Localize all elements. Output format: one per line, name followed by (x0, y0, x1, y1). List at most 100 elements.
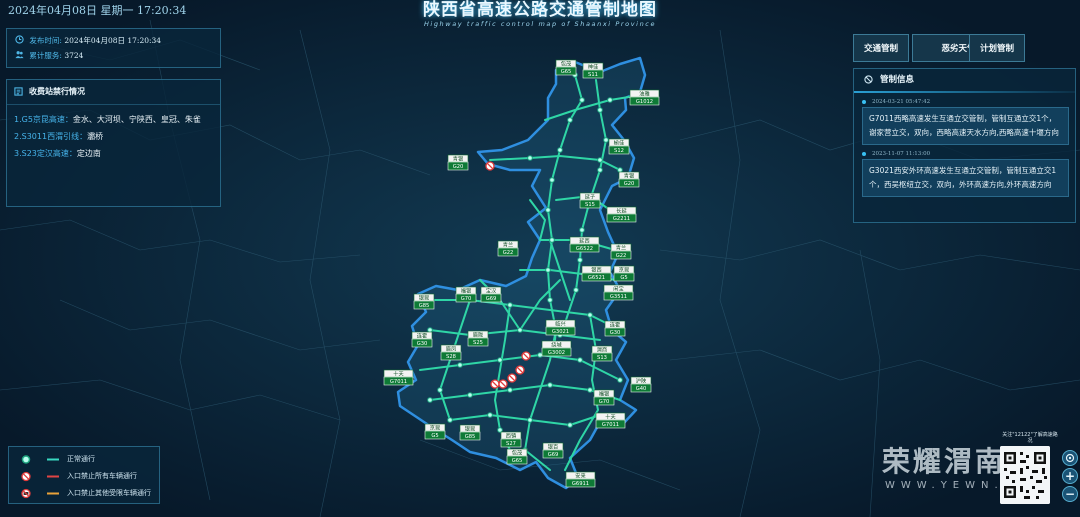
service-count-label: 累计服务: (29, 51, 62, 60)
highway-shield[interactable]: 包茂G65 (555, 59, 577, 76)
locate-button[interactable] (1062, 450, 1078, 466)
highway-shield[interactable]: 银百G69 (542, 442, 564, 459)
top-bar: 2024年04月08日 星期一 17:20:34 陕西省高速公路交通管制地图 H… (0, 0, 1080, 28)
notice-timestamp: 2024-03-21 05:47:42 (862, 97, 1069, 107)
highway-shield[interactable]: 神佳S11 (582, 62, 604, 79)
shield-road-name: 十天 (393, 370, 403, 378)
highway-shield[interactable]: 银西G6521 (581, 265, 612, 282)
highway-shield[interactable]: 京昆G5 (613, 265, 635, 282)
page-subtitle-en: Highway traffic control map of Shaanxi P… (423, 20, 657, 28)
shield-road-code: G22 (616, 253, 627, 259)
toll-item[interactable]: 3.S23定汉高速：定边南 (14, 145, 213, 162)
highway-shield[interactable]: 青兰G22 (497, 241, 519, 257)
zoom-in-button[interactable]: + (1062, 468, 1078, 484)
shield-road-code: G70 (461, 296, 472, 302)
highway-shield[interactable]: 青银G20 (618, 172, 640, 188)
highway-shield[interactable]: 眉凤S28 (440, 344, 462, 361)
shield-road-code: G3511 (610, 294, 627, 300)
highway-shield[interactable]: 福银G70 (455, 286, 477, 303)
control-notice-item[interactable]: 2023-11-07 11:13:00 G3021西安外环高速发生互通立交管制，… (862, 149, 1069, 197)
shield-road-name: 包茂 (561, 60, 571, 68)
highway-shield[interactable]: 绕城G3002 (541, 340, 572, 357)
control-info-title: 管制信息 (880, 75, 915, 85)
highway-shield[interactable]: 榆佳S12 (608, 139, 630, 155)
shield-road-code: G40 (636, 386, 647, 392)
shield-road-name: 榆佳 (614, 139, 624, 147)
shield-road-name: 青兰 (503, 241, 513, 249)
publish-time-label: 发布时间: (29, 36, 62, 45)
shield-road-code: S13 (597, 355, 607, 361)
shield-road-code: G3021 (552, 329, 569, 335)
legend-label: 入口禁止所有车辆通行 (67, 472, 137, 480)
shield-road-name: 临兴 (555, 320, 565, 328)
highway-shield[interactable]: 长延G2211 (606, 207, 637, 223)
legend-item-normal: 正常通行 (15, 451, 153, 468)
highway-shield[interactable]: 连霍G30 (604, 320, 626, 337)
highway-shield[interactable]: 眉陇S25 (467, 330, 489, 347)
tab-traffic-control[interactable]: 交通管制 (853, 34, 909, 62)
shield-road-code: G5 (431, 433, 438, 439)
shield-road-name: 安来 (575, 472, 586, 480)
highway-shield[interactable]: 延西G6522 (569, 237, 600, 253)
shield-road-name: 宝汉 (486, 287, 497, 295)
shield-road-name: 神佳 (588, 63, 598, 71)
toll-item-stations: 灞桥 (87, 132, 104, 141)
shield-road-code: G20 (624, 181, 635, 187)
shield-road-code: S25 (473, 340, 483, 346)
notice-timestamp: 2023-11-07 11:13:00 (862, 149, 1069, 159)
toll-item[interactable]: 2.S3011西渭引线：灞桥 (14, 128, 213, 145)
highway-shield[interactable]: 临兴G3021 (545, 319, 576, 336)
highway-shield[interactable]: 京昆G5 (424, 423, 446, 440)
notice-text: G3021西安外环高速发生互通立交管制，管制互通立交1个，西吴枢纽立交，双向，外… (862, 159, 1069, 197)
toll-list: 1.G5京昆高速：金水、大河坝、宁陕西、皇冠、朱雀 2.S3011西渭引线：灞桥… (7, 105, 220, 168)
highway-shield[interactable]: 包茂G65 (506, 448, 528, 465)
highway-shield[interactable]: 十天G7011 (595, 412, 626, 429)
shield-road-name: 银百 (548, 443, 558, 451)
shield-road-name: 连霍 (610, 321, 620, 329)
toll-station-panel: 收费站禁行情况 1.G5京昆高速：金水、大河坝、宁陕西、皇冠、朱雀 2.S301… (6, 79, 221, 207)
header-divider (854, 91, 1075, 93)
shield-road-code: G65 (561, 69, 572, 75)
shield-road-name: 延西 (579, 237, 589, 245)
highway-shield[interactable]: 安来G6911 (565, 471, 596, 488)
qr-code-image[interactable] (1000, 446, 1050, 504)
highway-shield[interactable]: 闲宝G3511 (603, 284, 634, 301)
highway-shield[interactable]: 宝汉G69 (480, 286, 502, 303)
toll-station-icon (14, 87, 23, 96)
highway-shield[interactable]: 渭商S13 (591, 345, 613, 362)
highway-shield[interactable]: 银昆G85 (413, 293, 435, 310)
shield-road-name: 青兰 (616, 244, 626, 252)
shield-road-name: 福银 (461, 287, 472, 295)
highway-shield[interactable]: 西镇S27 (500, 431, 522, 448)
shield-road-name: 银昆 (419, 294, 429, 302)
highway-shield[interactable]: 延子S15 (579, 193, 601, 209)
highway-shield[interactable]: 沪陕G40 (630, 376, 652, 393)
highway-shield[interactable]: 油雅G1012 (629, 90, 660, 106)
green-dot-icon (21, 455, 59, 464)
shield-road-code: G6522 (576, 246, 593, 252)
legend-item-all-closed: 入口禁止所有车辆通行 (15, 468, 153, 485)
clock-icon (15, 35, 24, 44)
legend-label: 入口禁止其他受限车辆通行 (67, 489, 151, 497)
shield-road-name: 青银 (453, 155, 464, 163)
qr-caption: 关注"12122"了解高速路况 (1002, 432, 1058, 444)
highway-shield[interactable]: 银昆G85 (459, 424, 481, 441)
toll-item-stations: 定边南 (76, 149, 101, 158)
shield-road-name: 西镇 (506, 432, 516, 440)
shield-road-code: S15 (585, 202, 595, 208)
shield-road-name: 京昆 (619, 266, 629, 274)
highway-shield[interactable]: 十天G7011 (383, 369, 414, 386)
zoom-out-button[interactable]: − (1062, 486, 1078, 502)
highway-shield[interactable]: 福银G70 (593, 389, 615, 406)
highway-shield[interactable]: 青兰G22 (610, 244, 632, 260)
shield-road-name: 青银 (624, 172, 635, 180)
control-info-header: 管制信息 (854, 69, 1075, 91)
tab-planned-control[interactable]: 计划管制 (969, 34, 1025, 62)
highway-shield[interactable]: 连霍G30 (411, 331, 433, 348)
shield-road-code: S27 (506, 441, 516, 447)
control-notice-item[interactable]: 2024-03-21 05:47:42 G7011西略高速发生互通立交管制，管制… (862, 97, 1069, 145)
highway-shield[interactable]: 青银G20 (447, 155, 469, 171)
service-count-row: 累计服务: 3724 (15, 48, 212, 63)
shield-road-name: 延子 (585, 193, 595, 201)
toll-item[interactable]: 1.G5京昆高速：金水、大河坝、宁陕西、皇冠、朱雀 (14, 111, 213, 128)
